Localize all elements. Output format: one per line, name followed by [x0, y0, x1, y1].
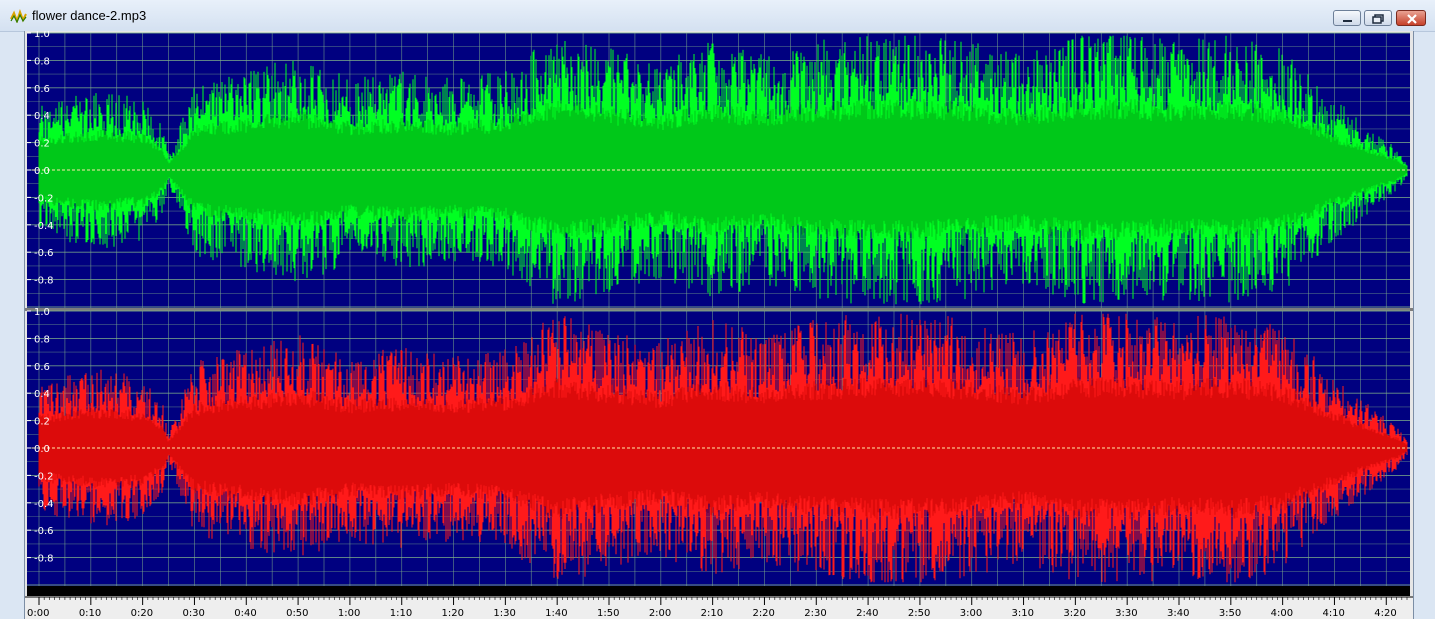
amplitude-label: 0.6: [34, 362, 50, 373]
timeline-label: 2:30: [804, 608, 826, 619]
amplitude-label: -0.8: [34, 554, 54, 565]
waveform-app-icon: [10, 9, 27, 23]
timeline-label: 2:20: [752, 608, 774, 619]
timeline-label: 1:50: [597, 608, 619, 619]
amplitude-label: -0.4: [34, 499, 54, 510]
minimize-icon: [1343, 20, 1352, 22]
timeline-label: 0:40: [234, 608, 256, 619]
timeline-label: 2:40: [856, 608, 878, 619]
maximize-button[interactable]: [1364, 10, 1392, 26]
timeline-label: 3:40: [1167, 608, 1189, 619]
timeline-label: 0:50: [286, 608, 308, 619]
timeline-ruler[interactable]: 0:00 0:10 0:20 0:30 0:40 0:50 1:00 1:10 1:20 1:30…: [25, 596, 1413, 619]
timeline-label: 3:00: [960, 608, 982, 619]
amplitude-label: 0.8: [34, 56, 50, 67]
amplitude-label: -0.6: [34, 526, 54, 537]
close-button[interactable]: [1396, 10, 1426, 26]
timeline-label: 4:10: [1322, 608, 1344, 619]
close-icon: [1407, 14, 1417, 24]
amplitude-label: 0.4: [34, 111, 50, 122]
timeline-label: 3:10: [1012, 608, 1034, 619]
amplitude-label: -0.4: [34, 221, 54, 232]
timeline-label: 3:20: [1063, 608, 1085, 619]
left-channel-panel[interactable]: 1.0 0.8 0.6 0.4 0.2 0.0 -0.2 -0.4 -0.6 -0.8: [27, 31, 1410, 308]
timeline-label: 1:20: [442, 608, 464, 619]
amplitude-label: 0.8: [34, 334, 50, 345]
amplitude-label: 1.0: [34, 307, 50, 318]
amplitude-label: 0.2: [34, 417, 50, 428]
timeline-label: 0:30: [182, 608, 204, 619]
amplitude-label: -0.6: [34, 248, 54, 259]
timeline-top-bar: [27, 586, 1410, 596]
amplitude-label: 0.0: [34, 444, 50, 455]
amplitude-label: -0.2: [34, 193, 54, 204]
timeline-label: 2:00: [649, 608, 671, 619]
timeline-label: 0:20: [131, 608, 153, 619]
timeline-label: 1:40: [545, 608, 567, 619]
amplitude-label: -0.2: [34, 471, 54, 482]
timeline-label: 4:20: [1374, 608, 1396, 619]
timeline-label: 1:10: [390, 608, 412, 619]
amplitude-label: 0.4: [34, 389, 50, 400]
window-title: flower dance-2.mp3: [32, 8, 147, 23]
right-channel-panel[interactable]: 1.0 0.8 0.6 0.4 0.2 0.0 -0.2 -0.4 -0.6 -0.8: [27, 307, 1410, 586]
timeline-label: 2:50: [908, 608, 930, 619]
timeline-label: 1:30: [493, 608, 515, 619]
amplitude-label: 1.0: [34, 31, 50, 40]
title-bar: flower dance-2.mp3: [0, 0, 1435, 32]
amplitude-label: 0.2: [34, 139, 50, 150]
timeline-label: 0:10: [79, 608, 101, 619]
timeline-label: 2:10: [701, 608, 723, 619]
amplitude-label: -0.8: [34, 276, 54, 287]
restore-icon: [1372, 14, 1384, 24]
timeline-label: 1:00: [338, 608, 360, 619]
amplitude-label: 0.6: [34, 84, 50, 95]
timeline-label: 4:00: [1271, 608, 1293, 619]
waveform-view[interactable]: 1.0 0.8 0.6 0.4 0.2 0.0 -0.2 -0.4 -0.6 -0.8 1.0 0.…: [24, 31, 1414, 619]
timeline-label: 3:30: [1115, 608, 1137, 619]
amplitude-label: 0.0: [34, 166, 50, 177]
timeline-label: 3:50: [1219, 608, 1241, 619]
minimize-button[interactable]: [1333, 10, 1361, 26]
waveform-canvas[interactable]: 1.0 0.8 0.6 0.4 0.2 0.0 -0.2 -0.4 -0.6 -0.8 1.0 0.…: [25, 31, 1413, 619]
timeline-label: 0:00: [27, 608, 49, 619]
